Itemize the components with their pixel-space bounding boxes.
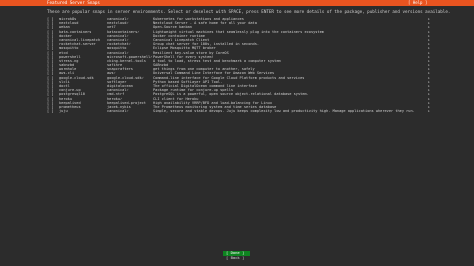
help-button[interactable]: [ Help ]: [406, 1, 429, 5]
chevron-right-icon[interactable]: ▸: [424, 109, 430, 113]
snap-checkbox[interactable]: [ ]: [47, 109, 58, 113]
installer-screen: Featured Server Snaps [ Help ] These are…: [0, 0, 474, 266]
snap-list: [ ] microk8s canonical✓ Kubernetes for work…: [47, 17, 431, 113]
header-bar: Featured Server Snaps [ Help ]: [0, 0, 474, 6]
page-title: Featured Server Snaps: [47, 0, 100, 5]
snap-row[interactable]: [ ] juju canonical✓ Simple, secure and stab…: [47, 109, 431, 113]
snap-description: Simple, secure and stable devops. Juju k…: [153, 109, 415, 114]
snap-publisher: canonical✓: [107, 109, 129, 114]
intro-text: These are popular snaps in server enviro…: [47, 9, 451, 14]
back-button[interactable]: [ Back ]: [223, 255, 250, 261]
snap-name: juju: [59, 109, 68, 114]
